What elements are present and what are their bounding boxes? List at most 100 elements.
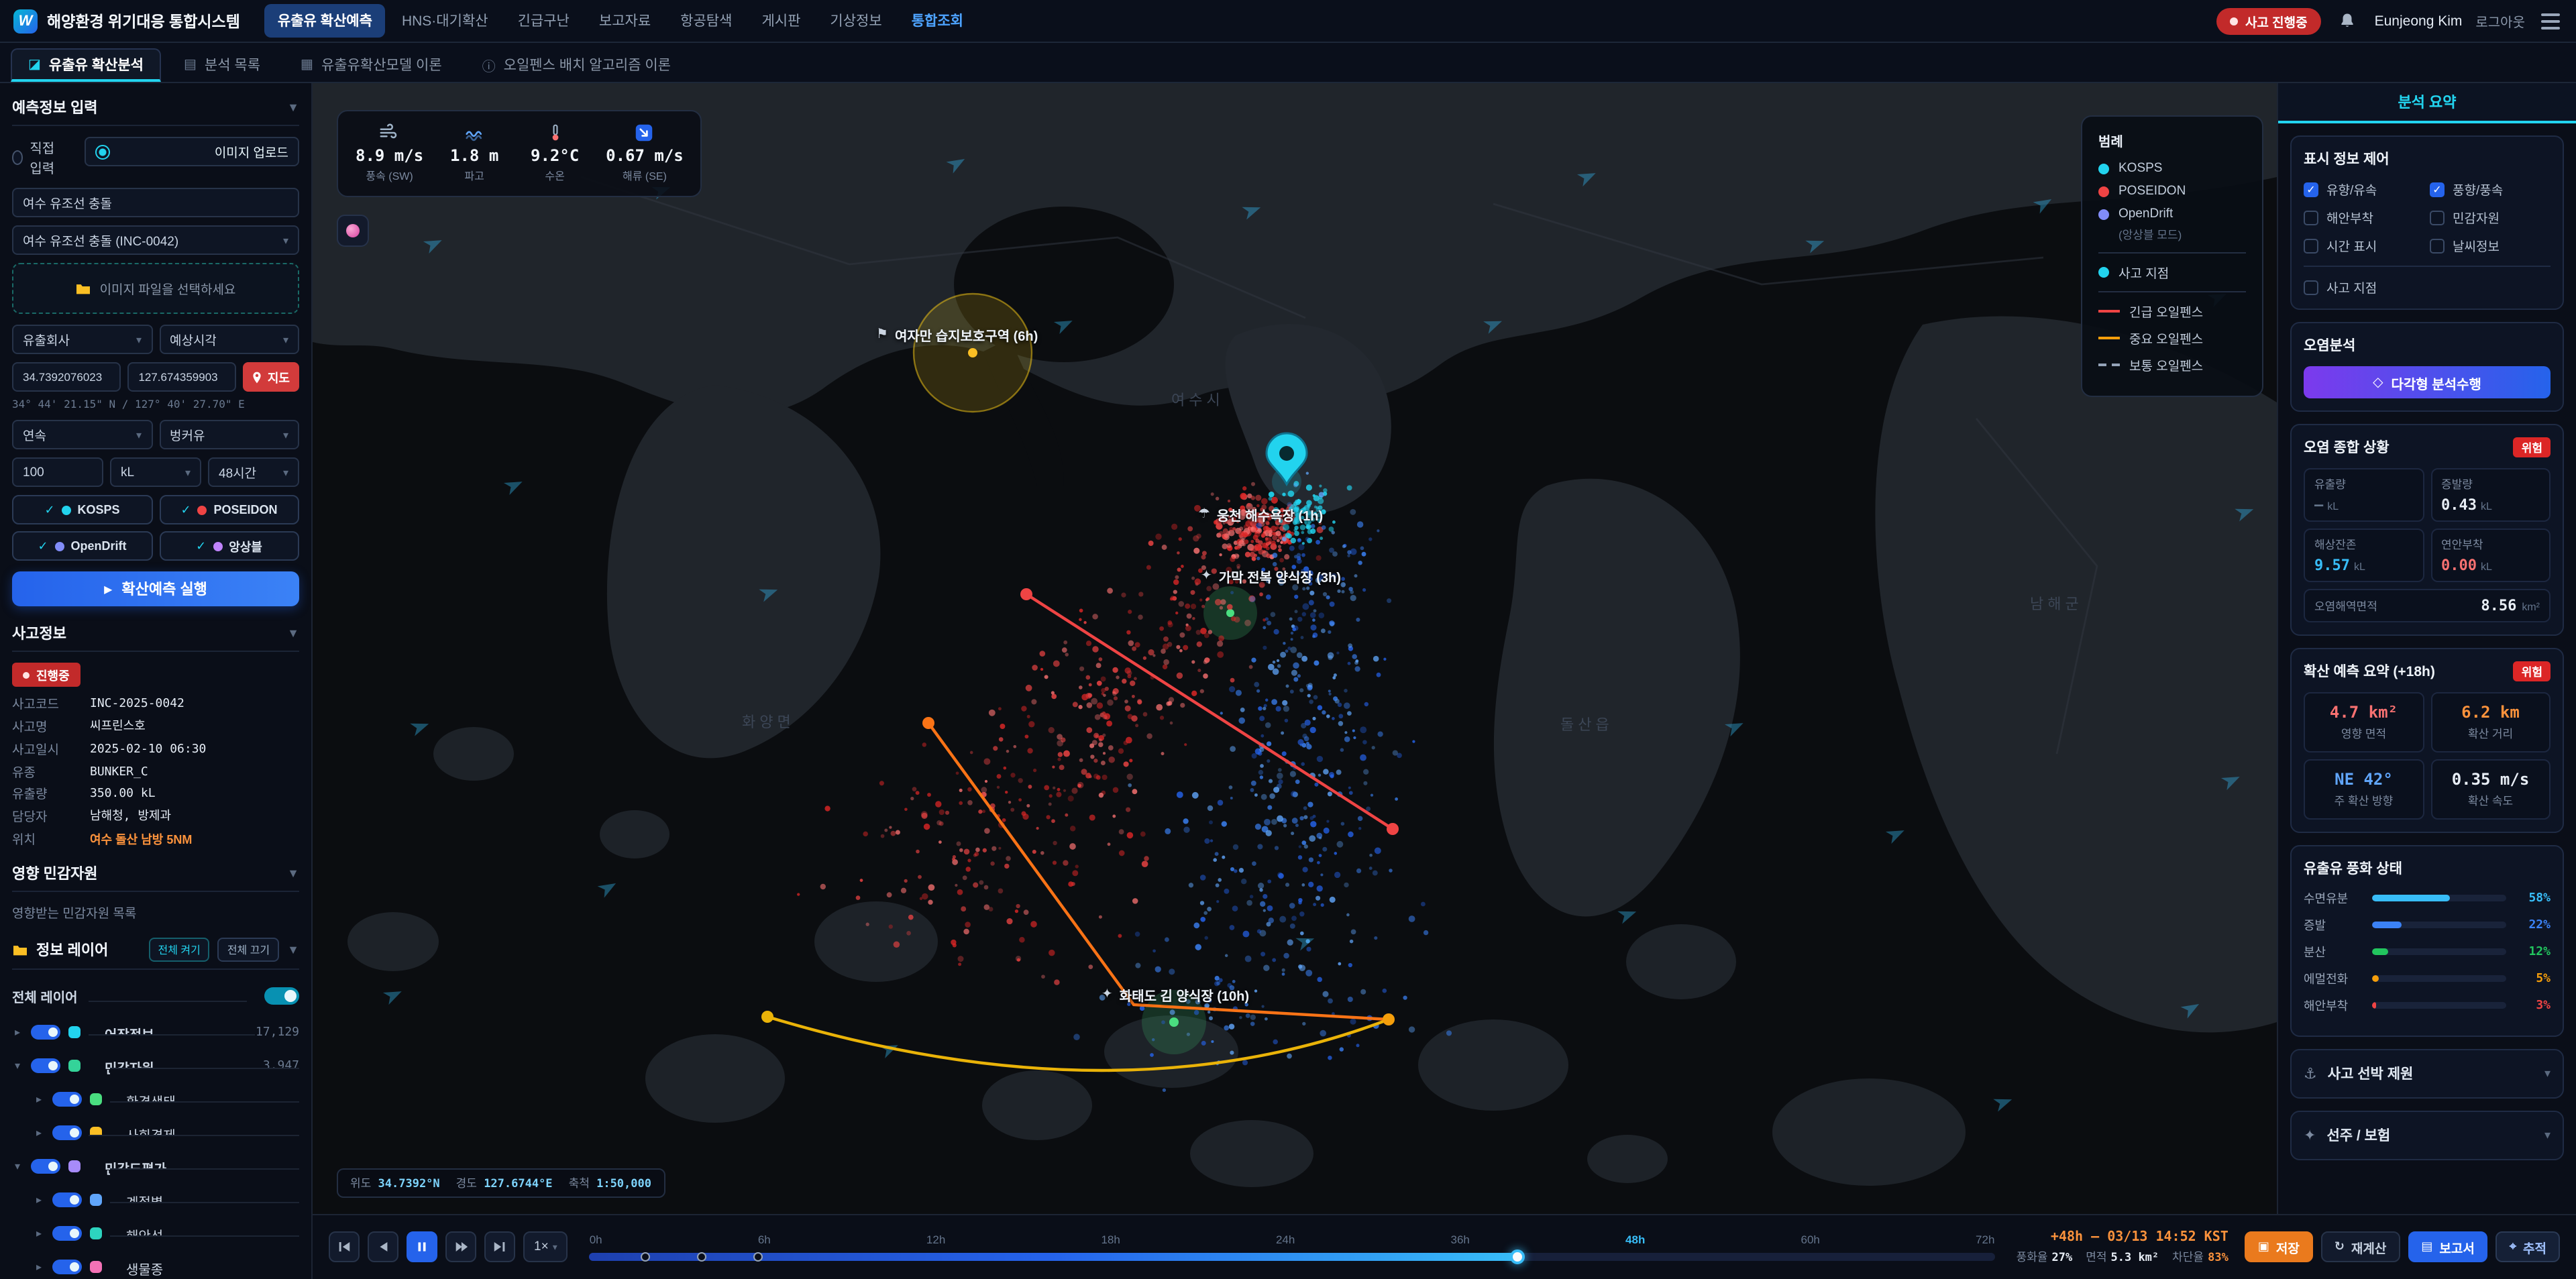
tab-item[interactable]: ⓘ오일펜스 배치 알고리즘 이론 — [465, 48, 688, 82]
display-option[interactable]: 해안부착 — [2304, 208, 2424, 227]
expand-arrow-icon[interactable]: ▸ — [34, 1094, 44, 1106]
display-option[interactable]: 민감자원 — [2430, 208, 2551, 227]
expand-arrow-icon[interactable]: ▸ — [34, 1228, 44, 1240]
incident-select[interactable]: 여수 유조선 충돌 (INC-0042)▾ — [12, 225, 299, 255]
notification-bell-icon[interactable] — [2334, 7, 2361, 34]
timeline-tick[interactable]: 0h — [590, 1233, 602, 1247]
layer-toggle[interactable] — [31, 1025, 60, 1040]
analysis-summary-tab[interactable]: 분석 요약 — [2278, 83, 2576, 123]
pick-on-map-button[interactable]: 지도 — [244, 362, 299, 392]
model-chip[interactable]: ✓KOSPS — [12, 495, 152, 524]
report-button[interactable]: ▤보고서 — [2408, 1232, 2488, 1263]
collapsed-section[interactable]: ✦선주 / 보험▾ — [2290, 1111, 2564, 1160]
layer-toggle[interactable] — [31, 1059, 60, 1074]
map-site-label[interactable]: ⚑여자만 습지보호구역 (6h) — [876, 325, 1038, 345]
layer-toggle[interactable] — [52, 1193, 82, 1208]
layer-toggle[interactable] — [52, 1227, 82, 1241]
display-option[interactable]: ✓풍향/풍속 — [2430, 180, 2551, 199]
map-site-label[interactable]: ☂웅천 해수욕장 (1h) — [1198, 504, 1323, 524]
display-option[interactable]: 시간 표시 — [2304, 236, 2424, 255]
nav-item[interactable]: 긴급구난 — [504, 4, 583, 38]
timeline-tick[interactable]: 48h — [1625, 1233, 1645, 1247]
spill-type-select[interactable]: 연속▾ — [12, 420, 152, 449]
incident-name-input[interactable] — [12, 188, 299, 217]
time-select[interactable]: 예상시각▾ — [159, 325, 299, 354]
collapse-chevron-icon[interactable]: ▼ — [287, 867, 299, 881]
layer-toggle[interactable] — [52, 1093, 82, 1107]
predict-section-header[interactable]: 예측정보 입력 ▼ — [12, 97, 299, 126]
timeline-tick[interactable]: 24h — [1276, 1233, 1295, 1247]
pause-button[interactable] — [407, 1232, 437, 1263]
skip-start-button[interactable] — [329, 1232, 360, 1263]
model-chip[interactable]: ✓OpenDrift — [12, 531, 152, 561]
save-button[interactable]: ▣저장 — [2245, 1232, 2313, 1263]
timeline-tick[interactable]: 6h — [758, 1233, 771, 1247]
display-option[interactable]: 날씨정보 — [2430, 236, 2551, 255]
nav-item[interactable]: 통합조회 — [898, 4, 977, 38]
model-chip[interactable]: ✓POSEIDON — [159, 495, 299, 524]
timeline-event-marker[interactable] — [753, 1253, 763, 1262]
expand-arrow-icon[interactable]: ▸ — [34, 1194, 44, 1207]
recalc-button[interactable]: ↻재계산 — [2321, 1232, 2400, 1263]
latitude-input[interactable] — [12, 362, 121, 392]
step-back-button[interactable] — [368, 1232, 398, 1263]
expand-arrow-icon[interactable]: ▾ — [12, 1060, 23, 1072]
amount-input[interactable] — [12, 457, 103, 487]
timeline-knob[interactable] — [1509, 1250, 1524, 1265]
timeline-tick[interactable]: 36h — [1451, 1233, 1470, 1247]
nav-item[interactable]: 유출유 확산예측 — [264, 4, 386, 38]
layer-item[interactable]: ▸생물종 — [12, 1251, 299, 1279]
radio-direct-input[interactable]: 직접 입력 — [12, 137, 66, 177]
layer-toggle[interactable] — [31, 1160, 60, 1174]
timeline-tick[interactable]: 18h — [1101, 1233, 1120, 1247]
skip-end-button[interactable] — [484, 1232, 515, 1263]
unit-select[interactable]: kL▾ — [110, 457, 201, 487]
company-select[interactable]: 유출회사▾ — [12, 325, 152, 354]
timeline-tick[interactable]: 72h — [1976, 1233, 1994, 1247]
model-chip[interactable]: ✓앙상블 — [159, 531, 299, 561]
logout-button[interactable]: 로그아웃 — [2475, 11, 2525, 31]
layers-all-off-button[interactable]: 전체 끄기 — [218, 938, 279, 962]
sensitive-section-header[interactable]: 영향 민감자원 ▼ — [12, 863, 299, 893]
oil-type-select[interactable]: 벙커유▾ — [159, 420, 299, 449]
map-view[interactable]: 8.9 m/s풍속 (SW)1.8 m파고9.2°C수온0.67 m/s해류 (… — [313, 83, 2277, 1214]
duration-select[interactable]: 48시간▾ — [208, 457, 299, 487]
user-name[interactable]: Eunjeong Kim — [2375, 13, 2463, 29]
expand-arrow-icon[interactable]: ▸ — [34, 1127, 44, 1139]
collapse-chevron-icon[interactable]: ▼ — [287, 101, 299, 114]
timeline-tick[interactable]: 60h — [1801, 1233, 1820, 1247]
layers-section-header[interactable]: 정보 레이어 전체 켜기 전체 끄기 ▼ — [12, 938, 299, 970]
run-prediction-button[interactable]: ▶확산예측 실행 — [12, 571, 299, 606]
draw-tool-button[interactable] — [337, 215, 369, 247]
polygon-analysis-button[interactable]: ◇다각형 분석수행 — [2304, 366, 2551, 398]
image-upload-dropzone[interactable]: 이미지 파일을 선택하세요 — [12, 263, 299, 314]
fast-forward-button[interactable] — [445, 1232, 476, 1263]
timeline-tick[interactable]: 12h — [926, 1233, 945, 1247]
layers-all-on-button[interactable]: 전체 켜기 — [148, 938, 209, 962]
display-option[interactable]: ✓유향/유속 — [2304, 180, 2424, 199]
tab-item[interactable]: ◪유출유 확산분석 — [11, 48, 161, 82]
timeline-event-marker[interactable] — [641, 1253, 651, 1262]
radio-image-upload[interactable]: 이미지 업로드 — [85, 137, 299, 166]
nav-item[interactable]: 항공탐색 — [667, 4, 745, 38]
tab-item[interactable]: ▤분석 목록 — [166, 48, 278, 82]
speed-select[interactable]: 1×▾ — [523, 1232, 568, 1263]
nav-item[interactable]: 기상정보 — [816, 4, 895, 38]
expand-arrow-icon[interactable]: ▸ — [34, 1262, 44, 1274]
master-layer-toggle[interactable] — [264, 987, 299, 1005]
timeline-slider[interactable] — [590, 1254, 1995, 1262]
map-canvas[interactable] — [313, 83, 2277, 1214]
incident-section-header[interactable]: 사고정보 ▼ — [12, 622, 299, 652]
map-site-label[interactable]: ✦화태도 김 양식장 (10h) — [1102, 985, 1249, 1005]
layer-toggle[interactable] — [52, 1126, 82, 1141]
nav-item[interactable]: 보고자료 — [586, 4, 664, 38]
collapsed-section[interactable]: ⚓사고 선박 제원▾ — [2290, 1049, 2564, 1099]
app-brand[interactable]: W 해양환경 위기대응 통합시스템 — [13, 9, 240, 33]
layer-toggle[interactable] — [52, 1260, 82, 1275]
nav-item[interactable]: 게시판 — [748, 4, 814, 38]
nav-item[interactable]: HNS·대기확산 — [388, 4, 502, 38]
timeline-event-marker[interactable] — [697, 1253, 706, 1262]
track-button[interactable]: ⌖추적 — [2496, 1232, 2560, 1263]
expand-arrow-icon[interactable]: ▸ — [12, 1027, 23, 1039]
expand-arrow-icon[interactable]: ▾ — [12, 1161, 23, 1173]
